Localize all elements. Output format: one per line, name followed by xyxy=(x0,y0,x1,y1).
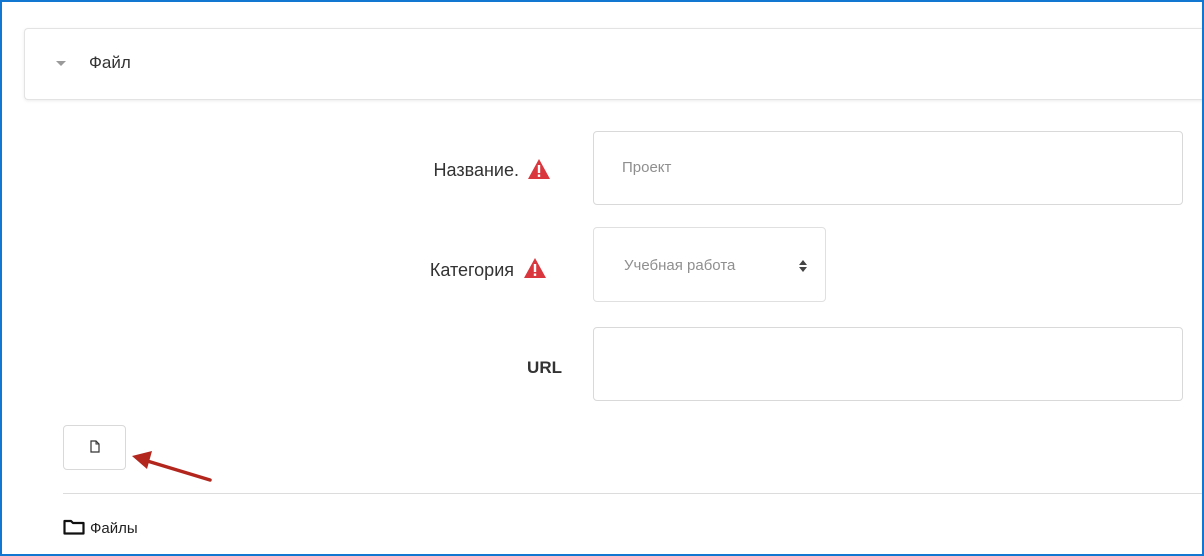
caret-down-icon[interactable] xyxy=(56,61,66,66)
url-input[interactable] xyxy=(593,327,1183,401)
section-title: Файл xyxy=(89,53,131,72)
url-label: URL xyxy=(527,358,562,377)
warning-icon xyxy=(528,159,550,179)
folder-icon xyxy=(63,519,85,535)
category-label: Категория xyxy=(429,260,514,280)
file-icon xyxy=(90,440,100,453)
warning-icon xyxy=(524,258,546,278)
divider xyxy=(63,493,1202,494)
file-section-header[interactable]: Файл xyxy=(24,28,1202,100)
file-picker-button[interactable] xyxy=(63,425,126,470)
name-placeholder: Проект xyxy=(622,159,672,176)
sort-arrows-icon xyxy=(799,260,807,272)
files-label: Файлы xyxy=(90,520,138,537)
name-label: Название. xyxy=(433,160,519,180)
annotation-arrow xyxy=(132,451,212,482)
name-input[interactable]: Проект xyxy=(593,131,1183,205)
category-select[interactable]: Учебная работа xyxy=(593,227,826,302)
category-selected-value: Учебная работа xyxy=(624,257,736,274)
screenshot-frame: Файл Название. Проект Категория Учебная … xyxy=(0,0,1204,556)
